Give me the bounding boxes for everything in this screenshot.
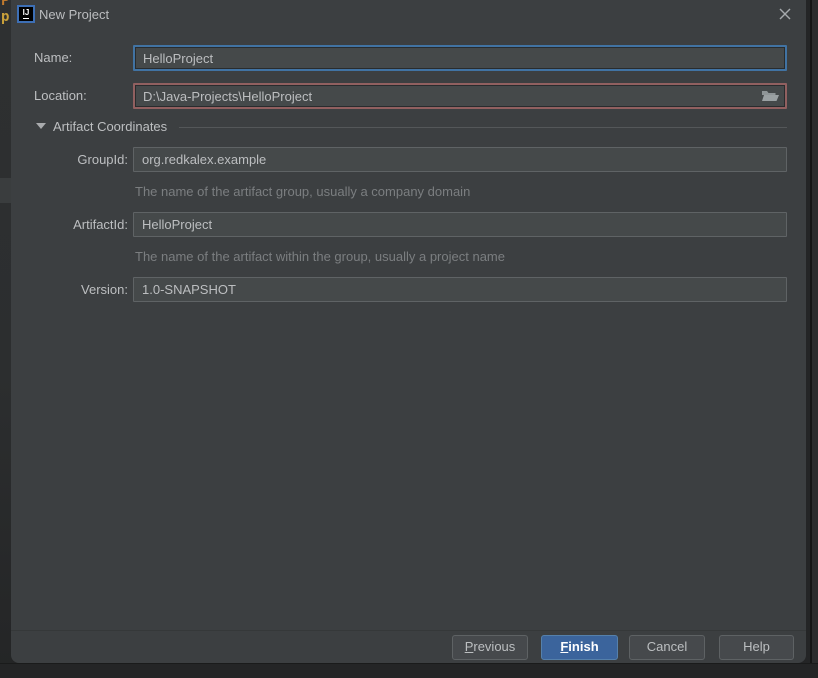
version-input[interactable]: [133, 277, 787, 302]
background-bottom-sliver: [0, 663, 818, 678]
background-right-sliver: [806, 0, 818, 677]
cancel-button[interactable]: Cancel: [629, 635, 705, 660]
background-surface: [812, 0, 818, 677]
location-input[interactable]: [133, 83, 787, 109]
background-editor-sliver: P p: [0, 0, 11, 677]
artifactid-label: ArtifactId:: [34, 212, 128, 237]
section-artifact-coordinates[interactable]: Artifact Coordinates: [53, 119, 167, 134]
help-button[interactable]: Help: [719, 635, 794, 660]
groupid-label: GroupId:: [34, 147, 128, 172]
new-project-dialog: IJ New Project Name: Location: Artifact …: [11, 0, 806, 663]
groupid-hint: The name of the artifact group, usually …: [135, 184, 470, 199]
dialog-title: New Project: [39, 0, 109, 30]
finish-button-label: Finish: [560, 636, 598, 658]
intellij-idea-icon: IJ: [17, 5, 35, 23]
cancel-button-label: Cancel: [647, 636, 687, 658]
artifactid-input[interactable]: [133, 212, 787, 237]
artifactid-hint: The name of the artifact within the grou…: [135, 249, 505, 264]
open-folder-icon[interactable]: [761, 88, 781, 103]
name-input[interactable]: [133, 45, 787, 71]
groupid-input[interactable]: [133, 147, 787, 172]
location-label: Location:: [34, 83, 87, 109]
app-icon-letters: IJ: [23, 9, 30, 19]
section-divider: [179, 127, 787, 128]
version-label: Version:: [34, 277, 128, 302]
collapse-triangle-icon[interactable]: [36, 123, 46, 129]
previous-button[interactable]: Previous: [452, 635, 528, 660]
finish-button[interactable]: Finish: [541, 635, 618, 660]
code-fragment: P: [1, 0, 9, 9]
dialog-titlebar: IJ New Project: [11, 0, 806, 30]
dialog-button-bar: Previous Finish Cancel Help: [11, 630, 806, 663]
previous-button-label: Previous: [465, 636, 516, 658]
background-highlight: [0, 178, 11, 203]
help-button-label: Help: [743, 636, 770, 658]
code-fragment: p: [1, 9, 9, 25]
close-icon[interactable]: [776, 5, 794, 23]
name-label: Name:: [34, 45, 72, 71]
